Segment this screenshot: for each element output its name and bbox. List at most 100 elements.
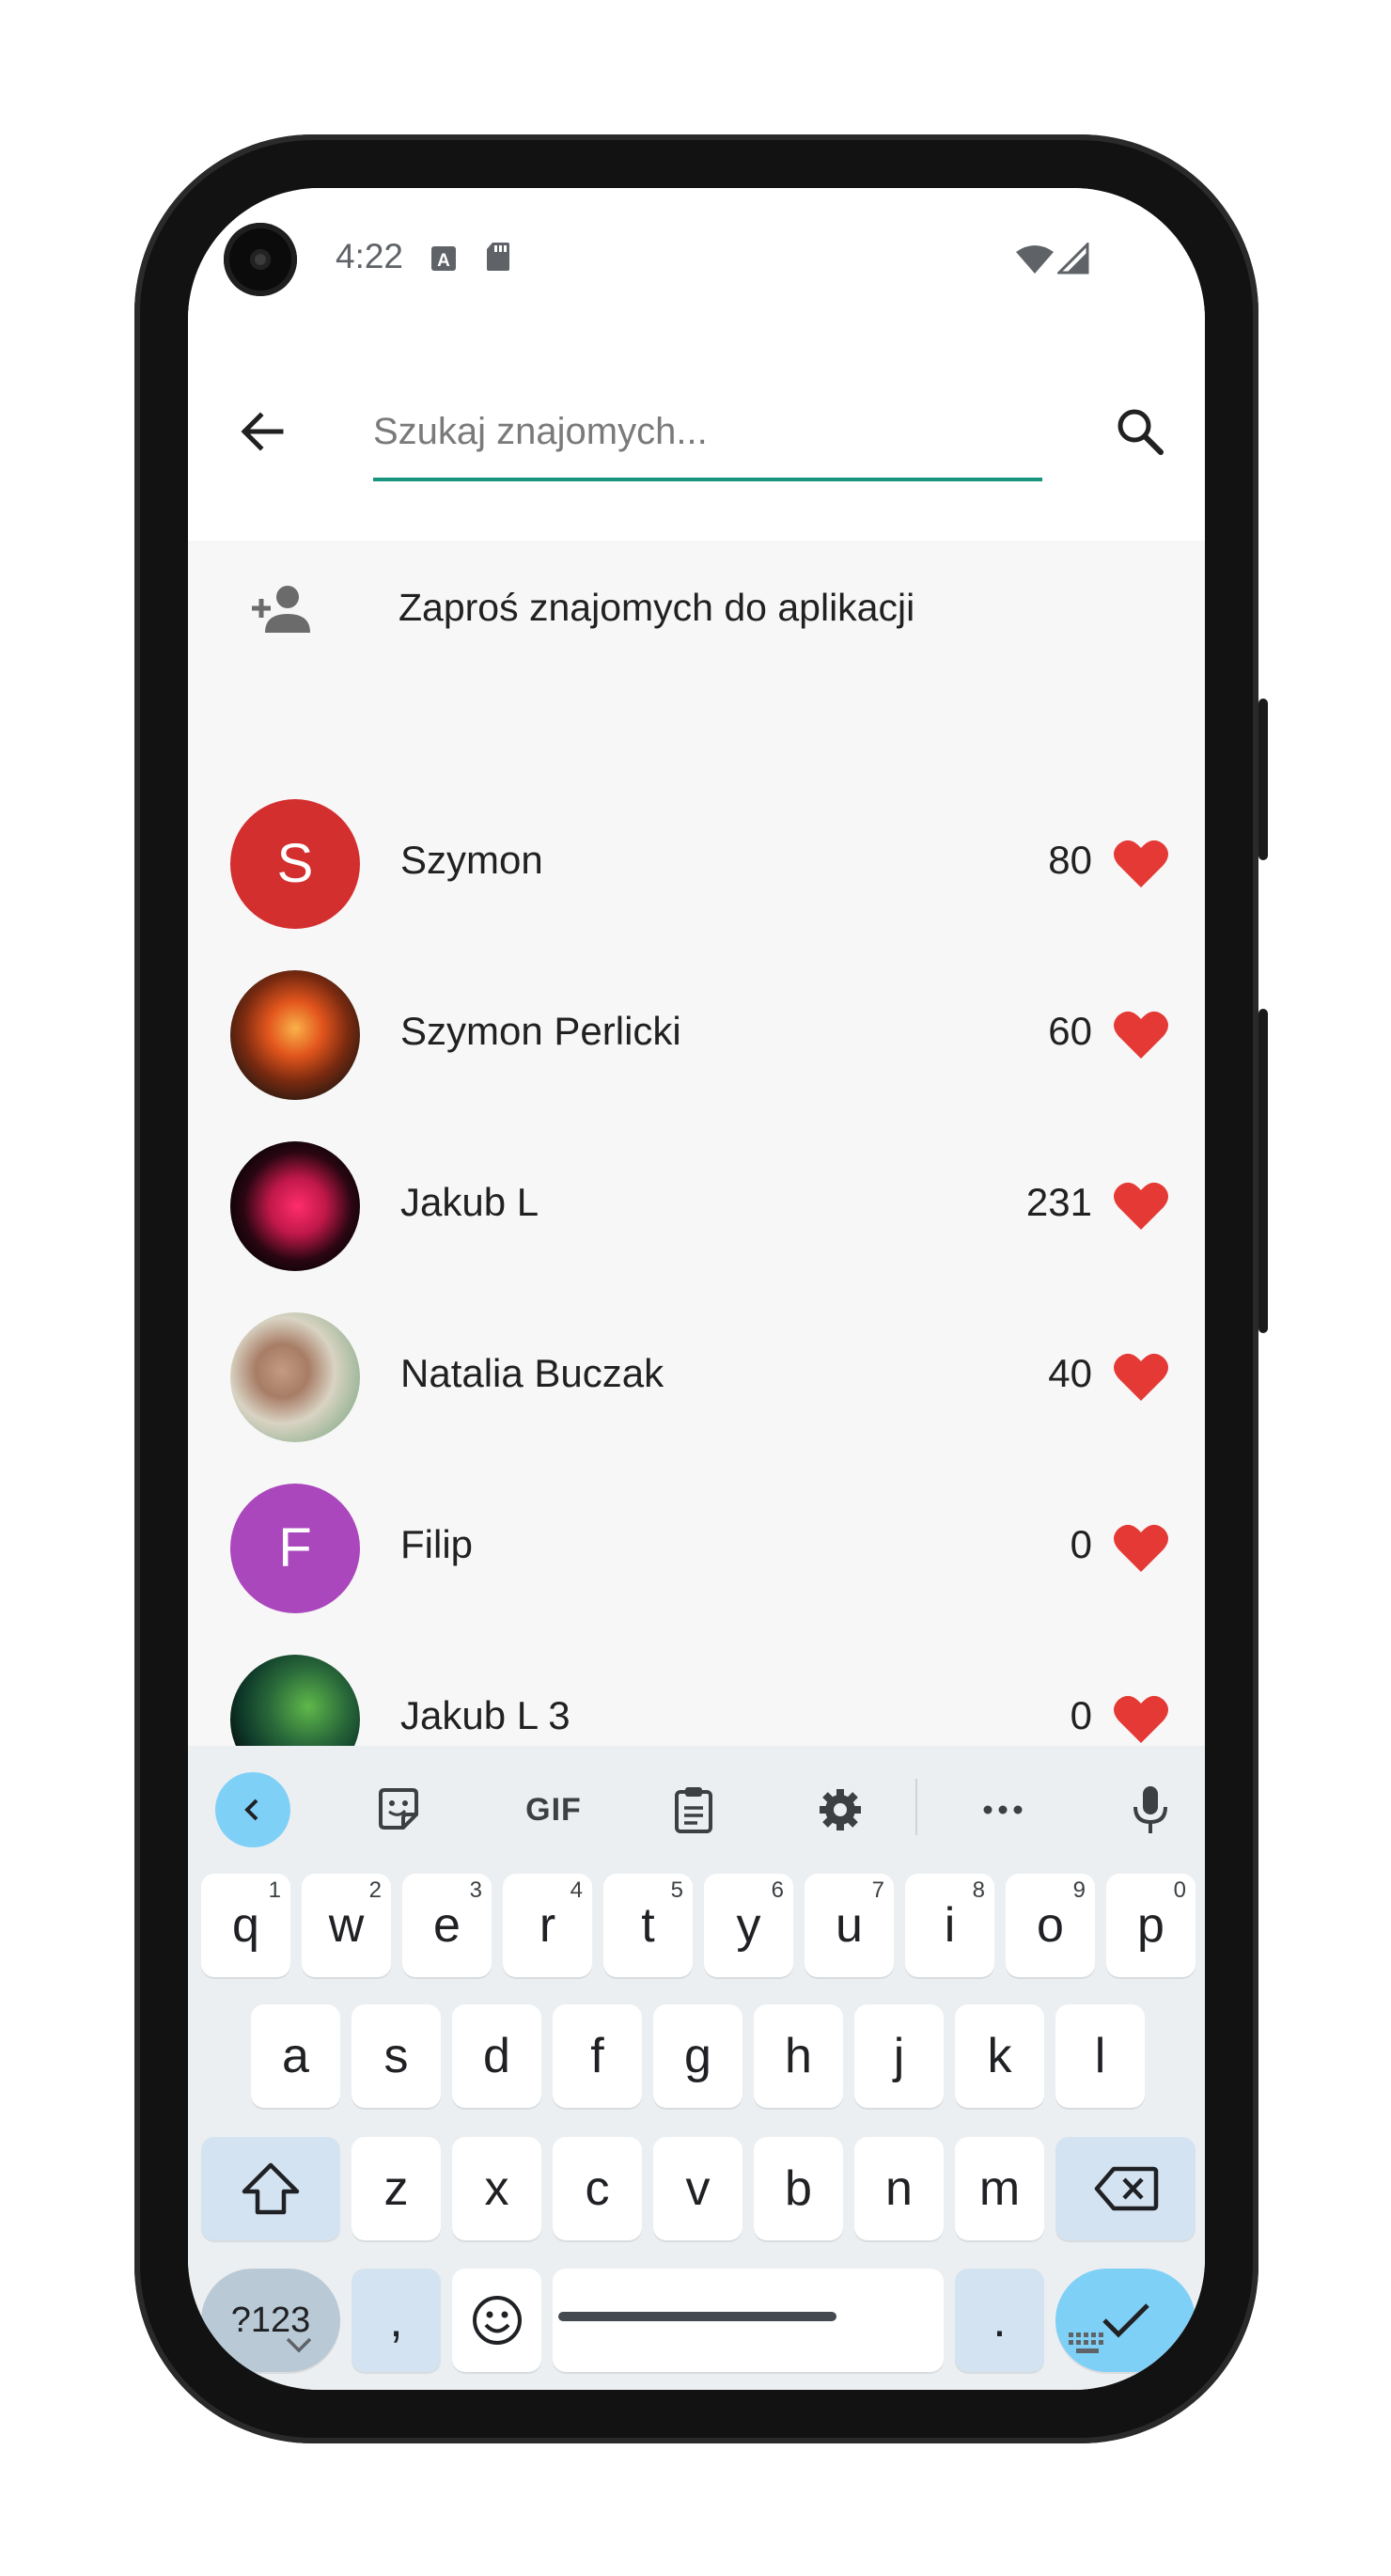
shift-key[interactable] <box>201 2137 340 2240</box>
avatar: S <box>230 799 360 929</box>
key-h[interactable]: h <box>754 2004 843 2108</box>
key-q[interactable]: q1 <box>201 1874 290 1977</box>
backspace-key[interactable] <box>1055 2137 1196 2240</box>
clipboard-icon <box>675 1787 712 1833</box>
shift-icon <box>242 2162 300 2215</box>
key-label: t <box>641 1898 655 1953</box>
keyboard-bottom-bar <box>188 2310 1205 2390</box>
friend-score: 0 <box>1070 1693 1092 1737</box>
settings-button[interactable] <box>803 1772 878 1847</box>
heart-icon <box>1114 1524 1168 1572</box>
cell-signal-icon <box>1057 243 1089 275</box>
key-label: n <box>885 2161 913 2216</box>
key-i[interactable]: i8 <box>905 1874 994 1977</box>
friend-score: 60 <box>1048 1009 1092 1053</box>
invite-friends-row[interactable]: Zaproś znajomych do aplikacji <box>188 541 1205 682</box>
status-bar: 4:22 A <box>188 188 1205 320</box>
key-s[interactable]: s <box>352 2004 441 2108</box>
key-hint: 9 <box>1072 1877 1086 1903</box>
key-b[interactable]: b <box>754 2137 843 2240</box>
key-a[interactable]: a <box>251 2004 340 2108</box>
key-v[interactable]: v <box>653 2137 742 2240</box>
sticker-icon <box>379 1788 418 1830</box>
key-hint: 5 <box>670 1877 683 1903</box>
clipboard-button[interactable] <box>656 1772 731 1847</box>
gesture-nav-handle[interactable] <box>558 2312 836 2321</box>
key-label: q <box>232 1898 259 1953</box>
keyboard-collapse-button[interactable] <box>215 1772 290 1847</box>
key-o[interactable]: o9 <box>1006 1874 1095 1977</box>
key-l[interactable]: l <box>1055 2004 1145 2108</box>
screen: 4:22 A Szukaj znajomych... Zaproś znajom… <box>188 188 1205 2390</box>
key-t[interactable]: t5 <box>603 1874 693 1977</box>
gear-icon <box>820 1789 861 1830</box>
key-label: m <box>978 2161 1021 2216</box>
avatar <box>230 1141 360 1271</box>
key-hint: 7 <box>871 1877 884 1903</box>
friend-row[interactable]: Natalia Buczak 40 <box>188 1312 1205 1484</box>
key-u[interactable]: u7 <box>805 1874 894 1977</box>
soft-keyboard: GIF q1 w2 e3 r 4 t 5 y 6 u 7 i 8 o 9 p 0… <box>188 1746 1205 2390</box>
key-z[interactable]: z <box>352 2137 441 2240</box>
key-j[interactable]: j <box>854 2004 944 2108</box>
gif-button[interactable]: GIF <box>507 1772 601 1847</box>
key-g[interactable]: g <box>653 2004 742 2108</box>
friend-name: Filip <box>400 1522 474 1566</box>
voice-input-button[interactable] <box>1113 1772 1188 1847</box>
more-button[interactable] <box>965 1772 1040 1847</box>
key-k[interactable]: k <box>955 2004 1044 2108</box>
key-label: c <box>585 2161 610 2216</box>
key-label: y <box>736 1898 761 1953</box>
key-c[interactable]: c <box>553 2137 642 2240</box>
key-hint: 4 <box>570 1877 583 1903</box>
keyboard-switch-icon[interactable] <box>1067 2331 1108 2357</box>
friend-row[interactable]: F Filip 0 <box>188 1484 1205 1655</box>
friend-score: 231 <box>1025 1180 1092 1224</box>
friend-name: Szymon Perlicki <box>400 1009 681 1053</box>
friend-name: Szymon <box>400 838 543 882</box>
avatar <box>230 1312 360 1442</box>
search-input[interactable] <box>373 406 1040 457</box>
heart-icon <box>1114 840 1168 887</box>
microphone-icon <box>1133 1786 1167 1833</box>
key-d[interactable]: d <box>452 2004 541 2108</box>
friend-score: 0 <box>1070 1522 1092 1566</box>
search-app-bar <box>188 320 1205 541</box>
key-e[interactable]: e3 <box>402 1874 492 1977</box>
sticker-button[interactable] <box>361 1772 436 1847</box>
friend-row[interactable]: Jakub L 231 <box>188 1141 1205 1312</box>
search-icon[interactable] <box>1109 401 1171 463</box>
key-label: i <box>944 1898 956 1953</box>
avatar <box>230 970 360 1100</box>
key-hint: 3 <box>469 1877 482 1903</box>
key-x[interactable]: x <box>452 2137 541 2240</box>
key-label: p <box>1137 1898 1164 1953</box>
key-label: d <box>483 2029 510 2083</box>
gif-label: GIF <box>525 1791 582 1828</box>
key-r[interactable]: r4 <box>503 1874 592 1977</box>
friend-row[interactable]: Szymon Perlicki 60 <box>188 970 1205 1141</box>
back-arrow-icon[interactable] <box>230 400 294 463</box>
key-label: w <box>328 1898 365 1953</box>
key-label: g <box>684 2029 711 2083</box>
friend-name: Jakub L <box>400 1180 539 1224</box>
key-m[interactable]: m <box>955 2137 1044 2240</box>
front-camera <box>224 223 297 296</box>
key-p[interactable]: p0 <box>1106 1874 1196 1977</box>
key-n[interactable]: n <box>854 2137 944 2240</box>
volume-button <box>1258 1009 1268 1333</box>
friend-row[interactable]: S Szymon 80 <box>188 799 1205 970</box>
key-label: o <box>1037 1898 1064 1953</box>
key-w[interactable]: w2 <box>302 1874 391 1977</box>
hide-keyboard-chevron-icon[interactable] <box>284 2334 314 2355</box>
key-label: k <box>987 2029 1012 2083</box>
search-underline <box>373 478 1042 481</box>
key-hint: 0 <box>1173 1877 1186 1903</box>
avatar: F <box>230 1484 360 1613</box>
wifi-icon <box>1016 245 1054 274</box>
key-label: l <box>1094 2029 1106 2083</box>
key-label: v <box>685 2161 711 2216</box>
key-y[interactable]: y6 <box>704 1874 793 1977</box>
friend-score: 40 <box>1048 1351 1092 1395</box>
key-f[interactable]: f <box>553 2004 642 2108</box>
